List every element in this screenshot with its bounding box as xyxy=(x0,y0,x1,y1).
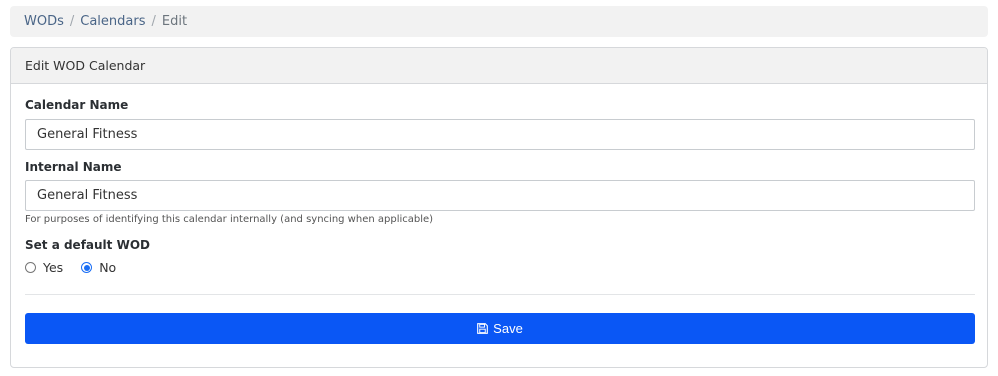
radio-no[interactable] xyxy=(81,262,93,273)
breadcrumb-link-calendars[interactable]: Calendars xyxy=(80,14,145,29)
save-button-label: Save xyxy=(493,321,523,336)
radio-yes[interactable] xyxy=(25,262,36,273)
radio-yes-label: Yes xyxy=(43,260,64,275)
form-divider xyxy=(25,294,975,295)
default-wod-label: Set a default WOD xyxy=(25,238,150,252)
breadcrumb: WODs / Calendars / Edit xyxy=(10,6,988,37)
internal-name-input[interactable]: General Fitness xyxy=(25,180,975,211)
radio-no-label: No xyxy=(99,260,117,275)
breadcrumb-separator: / xyxy=(151,14,156,29)
internal-name-label: Internal Name xyxy=(25,160,122,174)
save-icon xyxy=(477,323,489,334)
calendar-name-input[interactable]: General Fitness xyxy=(25,119,975,150)
default-wod-radio-group: Yes No xyxy=(25,260,134,275)
calendar-name-label: Calendar Name xyxy=(25,98,129,112)
card-title: Edit WOD Calendar xyxy=(11,48,987,84)
default-wod-option-no[interactable]: No xyxy=(81,260,116,275)
breadcrumb-current: Edit xyxy=(161,14,188,29)
save-button[interactable]: Save xyxy=(25,313,975,344)
breadcrumb-link-wods[interactable]: WODs xyxy=(24,14,64,29)
edit-calendar-card: Edit WOD Calendar Calendar Name General … xyxy=(10,47,988,368)
breadcrumb-separator: / xyxy=(69,14,75,29)
default-wod-option-yes[interactable]: Yes xyxy=(25,260,63,275)
internal-name-help: For purposes of identifying this calenda… xyxy=(25,214,434,225)
